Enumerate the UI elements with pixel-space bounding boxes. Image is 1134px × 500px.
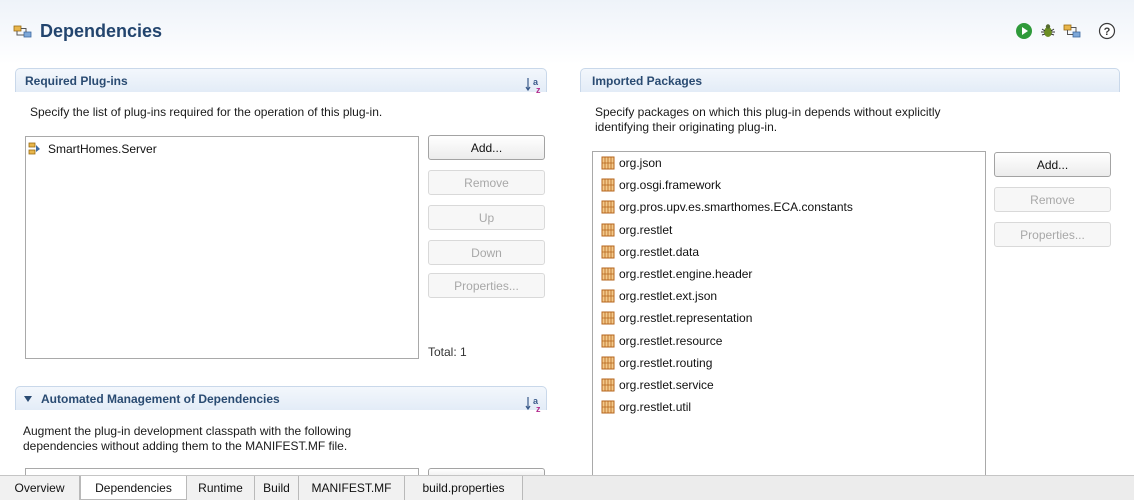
package-icon xyxy=(601,311,615,325)
package-list-item[interactable]: org.pros.upv.es.smarthomes.ECA.constants xyxy=(601,197,853,217)
package-icon xyxy=(601,200,615,214)
package-icon xyxy=(601,356,615,370)
help-icon[interactable]: ? xyxy=(1098,22,1116,40)
total-count: Total: 1 xyxy=(428,345,467,359)
imported-description-line-2: identifying their originating plug-in. xyxy=(595,120,778,134)
automated-description-line-2: dependencies without adding them to the … xyxy=(23,439,348,453)
package-list-item[interactable]: org.restlet.data xyxy=(601,242,699,262)
tab-runtime[interactable]: Runtime xyxy=(187,476,255,500)
imported-packages-list[interactable]: org.json org.osgi.framework org.pros.upv.e… xyxy=(592,151,986,478)
sort-alphabetical-icon[interactable]: a z xyxy=(525,76,543,94)
export-icon[interactable] xyxy=(1063,22,1081,40)
required-plugins-title: Required Plug-ins xyxy=(25,74,128,88)
automated-management-title: Automated Management of Dependencies xyxy=(41,392,280,406)
package-list-item[interactable]: org.restlet.ext.json xyxy=(601,286,717,306)
package-name: org.json xyxy=(619,156,662,170)
tab-overview[interactable]: Overview xyxy=(0,476,80,500)
tab-build[interactable]: Build xyxy=(255,476,299,500)
imported-packages-title: Imported Packages xyxy=(592,74,703,88)
package-name: org.restlet.routing xyxy=(619,355,713,370)
package-name: org.restlet xyxy=(619,222,673,237)
add-package-button[interactable]: Add... xyxy=(994,152,1111,177)
run-icon[interactable] xyxy=(1015,22,1033,40)
package-list-item[interactable]: org.restlet.resource xyxy=(601,331,722,351)
plugin-properties-button[interactable]: Properties... xyxy=(428,273,545,298)
dependencies-icon xyxy=(13,25,32,38)
package-icon xyxy=(601,378,615,392)
tab-dependencies[interactable]: Dependencies xyxy=(80,476,187,500)
automated-management-description: Augment the plug-in development classpat… xyxy=(23,424,351,454)
svg-text:z: z xyxy=(536,404,541,413)
tab-manifest[interactable]: MANIFEST.MF xyxy=(299,476,405,500)
package-name: org.restlet.service xyxy=(619,378,714,392)
move-up-button[interactable]: Up xyxy=(428,205,545,230)
package-icon xyxy=(601,156,615,170)
sort-alphabetical-icon[interactable]: a z xyxy=(525,395,543,413)
plugin-name: SmartHomes.Server xyxy=(48,142,157,156)
package-name: org.restlet.resource xyxy=(619,333,723,348)
package-icon xyxy=(601,245,615,259)
tab-build-properties[interactable]: build.properties xyxy=(405,476,523,500)
imported-description-line-1: Specify packages on which this plug-in d… xyxy=(595,105,941,119)
package-list-item[interactable]: org.restlet.engine.header xyxy=(601,264,752,284)
editor-header: Dependencies ? xyxy=(0,0,1134,64)
remove-plugin-button[interactable]: Remove xyxy=(428,170,545,195)
package-icon xyxy=(601,267,615,281)
collapse-chevron-icon[interactable] xyxy=(23,394,33,404)
package-list-item[interactable]: org.restlet xyxy=(601,220,672,240)
package-name: org.restlet.engine.header xyxy=(619,267,753,281)
package-icon xyxy=(601,178,615,192)
package-list-item[interactable]: org.restlet.service xyxy=(601,375,714,395)
package-icon xyxy=(601,289,615,303)
imported-packages-description: Specify packages on which this plug-in d… xyxy=(595,105,941,135)
package-icon xyxy=(601,400,615,414)
debug-icon[interactable] xyxy=(1039,22,1057,40)
move-down-button[interactable]: Down xyxy=(428,240,545,265)
list-item[interactable]: SmartHomes.Server xyxy=(28,139,157,159)
required-plugins-list[interactable]: SmartHomes.Server xyxy=(25,136,419,359)
package-name: org.osgi.framework xyxy=(619,178,722,193)
required-plugins-description: Specify the list of plug-ins required fo… xyxy=(30,105,383,119)
package-name: org.pros.upv.es.smarthomes.ECA.constants xyxy=(619,200,853,215)
package-list-item[interactable]: org.json xyxy=(601,153,662,173)
package-list-item[interactable]: org.restlet.representation xyxy=(601,308,752,328)
package-name: org.restlet.util xyxy=(619,400,692,415)
package-name: org.restlet.ext.json xyxy=(619,289,718,304)
package-icon xyxy=(601,334,615,348)
svg-text:?: ? xyxy=(1104,26,1111,38)
remove-package-button[interactable]: Remove xyxy=(994,187,1111,212)
package-list-item[interactable]: org.restlet.routing xyxy=(601,353,712,373)
package-name: org.restlet.representation xyxy=(619,311,753,326)
automated-description-line-1: Augment the plug-in development classpat… xyxy=(23,424,352,438)
add-plugin-button[interactable]: Add... xyxy=(428,135,545,160)
package-icon xyxy=(601,223,615,237)
svg-text:z: z xyxy=(536,85,541,94)
package-name: org.restlet.data xyxy=(619,244,700,259)
package-list-item[interactable]: org.osgi.framework xyxy=(601,175,721,195)
plugin-icon xyxy=(28,142,40,155)
package-list-item[interactable]: org.restlet.util xyxy=(601,397,691,417)
package-properties-button[interactable]: Properties... xyxy=(994,222,1111,247)
page-title: Dependencies xyxy=(40,21,163,41)
editor-tabs: Overview Dependencies Runtime Build MANI… xyxy=(0,475,1134,500)
